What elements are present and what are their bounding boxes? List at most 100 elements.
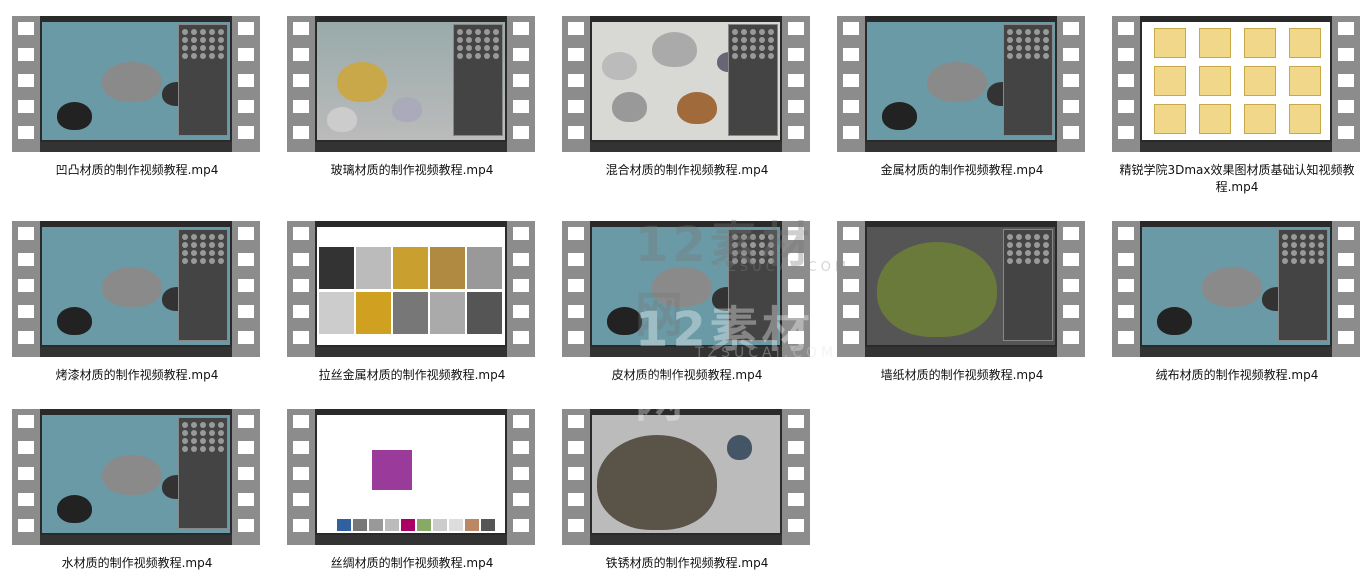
timeline-bar	[40, 142, 232, 152]
folder-icon	[1289, 104, 1321, 134]
image-tile	[337, 519, 351, 531]
video-preview	[317, 227, 505, 345]
video-thumbnail[interactable]	[12, 221, 260, 357]
teapot-image	[337, 62, 387, 102]
folder-icon	[1199, 104, 1231, 134]
image-tile	[430, 247, 465, 289]
folder-icon	[1289, 66, 1321, 96]
file-name-label[interactable]: 皮材质的制作视频教程.mp4	[550, 367, 824, 384]
film-sprocket-strip	[12, 16, 40, 152]
video-thumbnail[interactable]	[12, 409, 260, 545]
film-sprocket-strip	[507, 221, 535, 357]
teapot-image	[927, 62, 987, 102]
image-tile	[401, 519, 415, 531]
timeline-bar	[40, 347, 232, 357]
timeline-bar	[315, 347, 507, 357]
file-name-label[interactable]: 混合材质的制作视频教程.mp4	[550, 162, 824, 179]
material-editor-panel	[728, 229, 778, 341]
image-tile	[467, 247, 502, 289]
video-thumbnail[interactable]	[562, 16, 810, 152]
film-sprocket-strip	[562, 409, 590, 545]
video-thumbnail[interactable]	[1112, 16, 1360, 152]
file-name-label[interactable]: 玻璃材质的制作视频教程.mp4	[275, 162, 549, 179]
video-frame	[590, 409, 782, 545]
film-sprocket-strip	[287, 16, 315, 152]
video-thumbnail[interactable]	[562, 221, 810, 357]
video-thumbnail[interactable]	[1112, 221, 1360, 357]
file-name-label[interactable]: 凹凸材质的制作视频教程.mp4	[0, 162, 274, 179]
image-tile	[356, 247, 391, 289]
file-name-label[interactable]: 精锐学院3Dmax效果图材质基础认知视频教程.mp4	[1100, 162, 1366, 196]
file-name-label[interactable]: 水材质的制作视频教程.mp4	[0, 555, 274, 572]
image-tile	[353, 519, 367, 531]
timeline-bar	[1140, 347, 1332, 357]
teapot-image	[652, 32, 697, 67]
image-tile	[319, 247, 354, 289]
folder-icon	[1154, 104, 1186, 134]
film-sprocket-strip	[232, 409, 260, 545]
video-frame	[1140, 16, 1332, 152]
film-sprocket-strip	[1332, 221, 1360, 357]
film-sprocket-strip	[12, 409, 40, 545]
video-preview	[1142, 22, 1330, 140]
timeline-bar	[1140, 142, 1332, 152]
film-sprocket-strip	[507, 16, 535, 152]
folder-icon	[1199, 66, 1231, 96]
video-preview	[867, 227, 1055, 345]
image-tile	[465, 519, 479, 531]
timeline-bar	[590, 142, 782, 152]
film-sprocket-strip	[12, 221, 40, 357]
teapot-image	[57, 307, 92, 335]
file-name-label[interactable]: 丝绸材质的制作视频教程.mp4	[275, 555, 549, 572]
image-tile	[369, 519, 383, 531]
film-sprocket-strip	[837, 221, 865, 357]
video-thumbnail[interactable]	[837, 221, 1085, 357]
video-frame	[865, 221, 1057, 357]
folder-icon	[1289, 28, 1321, 58]
image-tile	[417, 519, 431, 531]
teapot-image	[327, 107, 357, 132]
video-thumbnail[interactable]	[287, 221, 535, 357]
video-preview	[42, 227, 230, 345]
film-sprocket-strip	[782, 221, 810, 357]
image-tile	[430, 292, 465, 334]
folder-icon	[1244, 104, 1276, 134]
folder-icon	[1154, 66, 1186, 96]
material-editor-panel	[178, 229, 228, 341]
material-editor-panel	[453, 24, 503, 136]
video-frame	[1140, 221, 1332, 357]
file-name-label[interactable]: 拉丝金属材质的制作视频教程.mp4	[275, 367, 549, 384]
file-name-label[interactable]: 金属材质的制作视频教程.mp4	[825, 162, 1099, 179]
file-name-label[interactable]: 墙纸材质的制作视频教程.mp4	[825, 367, 1099, 384]
video-thumbnail[interactable]	[837, 16, 1085, 152]
video-thumbnail[interactable]	[287, 409, 535, 545]
image-tile	[356, 292, 391, 334]
material-editor-panel	[178, 24, 228, 136]
video-frame	[40, 221, 232, 357]
timeline-bar	[40, 535, 232, 545]
video-frame	[40, 16, 232, 152]
teapot-image	[1157, 307, 1192, 335]
material-editor-panel	[1278, 229, 1328, 341]
teapot-image	[102, 267, 162, 307]
timeline-bar	[865, 347, 1057, 357]
film-sprocket-strip	[232, 16, 260, 152]
film-sprocket-strip	[782, 16, 810, 152]
material-editor-panel	[1003, 24, 1053, 136]
material-editor-panel	[1003, 229, 1053, 341]
file-name-label[interactable]: 烤漆材质的制作视频教程.mp4	[0, 367, 274, 384]
teapot-image	[1202, 267, 1262, 307]
material-editor-panel	[728, 24, 778, 136]
film-sprocket-strip	[562, 221, 590, 357]
file-name-label[interactable]: 铁锈材质的制作视频教程.mp4	[550, 555, 824, 572]
video-thumbnail[interactable]	[287, 16, 535, 152]
video-frame	[315, 221, 507, 357]
teapot-image	[602, 52, 637, 80]
file-name-label[interactable]: 绒布材质的制作视频教程.mp4	[1100, 367, 1366, 384]
material-editor-panel	[178, 417, 228, 529]
image-tile	[385, 519, 399, 531]
image-tile	[449, 519, 463, 531]
film-sprocket-strip	[287, 409, 315, 545]
video-thumbnail[interactable]	[12, 16, 260, 152]
video-thumbnail[interactable]	[562, 409, 810, 545]
